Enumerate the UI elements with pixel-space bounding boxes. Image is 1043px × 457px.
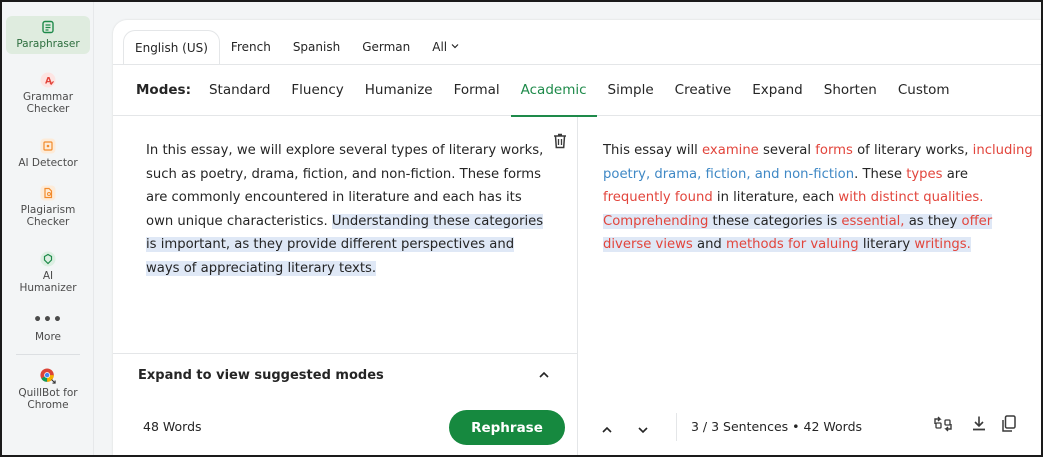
tab-spanish[interactable]: Spanish [282,30,351,64]
mode-shorten[interactable]: Shorten [824,64,877,116]
mode-expand[interactable]: Expand [752,64,803,116]
changed-word: Comprehending [603,213,709,229]
sidebar-item-paraphraser[interactable]: Paraphraser [6,16,90,54]
previous-sentence-button[interactable] [601,419,617,435]
output-text[interactable]: This essay will examine several forms of… [603,139,1035,257]
mode-academic[interactable]: Academic [510,64,597,117]
tab-french[interactable]: French [220,30,282,64]
changed-word: types [906,166,943,182]
output-pane: This essay will examine several forms of… [579,117,1041,455]
sidebar-item-more[interactable]: ••• More [6,312,90,343]
plagiarism-checker-icon [40,185,56,201]
sidebar-item-label: Plagiarism Checker [20,204,76,228]
ai-detector-icon [40,138,56,154]
output-segment: and [692,237,726,252]
trash-icon [553,133,567,153]
language-tabs: English (US) French Spanish German All [123,30,470,64]
sidebar-item-label: AI Humanizer [19,270,77,294]
changed-word: with distinct qualities. [838,190,984,205]
sidebar-item-label: Paraphraser [16,38,80,50]
output-segment: are [942,166,969,182]
input-text-area[interactable]: In this essay, we will explore several t… [146,139,551,280]
rephrase-button[interactable]: Rephrase [449,410,565,445]
copy-button[interactable] [999,415,1019,437]
tab-label: German [362,40,411,54]
chevron-up-icon [538,368,552,382]
paraphraser-icon [40,19,56,35]
mode-formal[interactable]: Formal [454,64,500,116]
sidebar-item-ai-humanizer[interactable]: AI Humanizer [6,251,90,294]
changed-word: including [972,143,1033,158]
grammar-checker-icon: A [40,72,56,88]
sidebar-item-chrome-extension[interactable]: QuillBot for Chrome [6,368,90,411]
output-footer: 3 / 3 Sentences • 42 Words [579,407,1041,447]
tab-label: French [230,40,271,54]
modes-title: Modes: [136,82,191,98]
output-segment: . These [854,166,907,182]
all-languages-dropdown[interactable]: All [421,30,470,64]
input-word-count: 48 Words [143,419,202,434]
tab-label: Spanish [292,40,341,54]
output-segment: several [758,143,816,158]
input-pane: In this essay, we will explore several t… [113,117,578,455]
paraphraser-card: English (US) French Spanish German All M… [113,20,1041,455]
more-icon: ••• [33,312,63,328]
mode-humanize[interactable]: Humanize [365,64,433,116]
output-segment: these categories is [708,213,842,229]
expand-suggested-modes[interactable]: Expand to view suggested modes [113,353,578,397]
tab-german[interactable]: German [351,30,421,64]
structural-change: poetry, drama, fiction, and non-fiction [603,166,855,182]
output-segment: of literary works, [852,143,973,158]
sidebar-item-grammar-checker[interactable]: A Grammar Checker [6,72,90,115]
sidebar-item-plagiarism-checker[interactable]: Plagiarism Checker [6,185,90,228]
changed-word: frequently found [603,190,713,205]
compare-button[interactable] [933,416,953,436]
sidebar: Paraphraser A Grammar Checker AI Detecto… [2,2,94,455]
tab-label: English (US) [135,40,208,55]
sidebar-item-ai-detector[interactable]: AI Detector [6,138,90,169]
chevron-down-icon [637,419,649,438]
output-segment: in literature, each [712,190,839,205]
download-button[interactable] [969,416,989,436]
output-segment: This essay will [603,143,703,158]
chevron-up-icon [601,419,613,438]
chevron-down-icon [451,42,459,52]
changed-word: methods for valuing [726,237,859,252]
svg-text:A: A [45,77,52,87]
chrome-icon [40,368,56,384]
output-segment: literary [858,237,915,252]
mode-fluency[interactable]: Fluency [291,64,343,116]
mode-simple[interactable]: Simple [608,64,654,116]
compare-icon [933,415,953,437]
sidebar-item-label: More [34,331,62,343]
expand-label: Expand to view suggested modes [138,368,384,383]
sidebar-item-label: Grammar Checker [22,91,74,115]
output-stats: 3 / 3 Sentences • 42 Words [691,419,863,434]
app-window: Paraphraser A Grammar Checker AI Detecto… [0,0,1043,457]
sidebar-item-label: QuillBot for Chrome [18,387,78,411]
sidebar-item-label: AI Detector [18,157,78,169]
changed-word: forms [815,143,853,158]
next-sentence-button[interactable] [637,419,653,435]
sidebar-divider [16,354,80,355]
tab-label: All [432,40,448,54]
output-segment: as they [904,213,962,229]
mode-standard[interactable]: Standard [209,64,270,116]
download-icon [971,415,987,437]
footer-divider [676,413,677,441]
delete-text-button[interactable] [553,133,571,151]
tab-english-us[interactable]: English (US) [123,30,220,64]
modes-bar: Modes: Standard Fluency Humanize Formal … [113,64,1041,117]
changed-word: essential, [841,213,905,229]
changed-word: writings. [914,237,971,252]
mode-custom[interactable]: Custom [898,64,950,116]
mode-creative[interactable]: Creative [675,64,732,116]
ai-humanizer-icon [40,251,56,267]
changed-word: examine [702,143,759,158]
copy-icon [1001,415,1017,437]
